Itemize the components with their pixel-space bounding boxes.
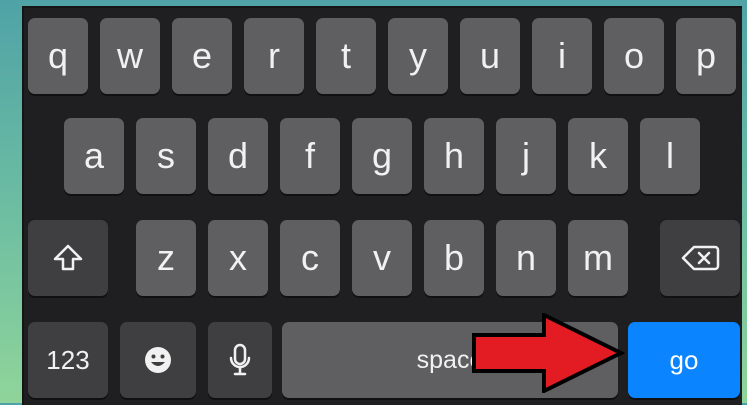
key-v[interactable]: v (352, 220, 412, 296)
key-c[interactable]: c (280, 220, 340, 296)
key-s[interactable]: s (136, 118, 196, 194)
on-screen-keyboard: q w e r t y u i o p a s d f g h j k l z … (22, 6, 742, 405)
key-t[interactable]: t (316, 18, 376, 94)
go-button[interactable]: go (628, 322, 740, 398)
key-f[interactable]: f (280, 118, 340, 194)
microphone-icon (228, 342, 252, 378)
key-x[interactable]: x (208, 220, 268, 296)
key-r[interactable]: r (244, 18, 304, 94)
key-o[interactable]: o (604, 18, 664, 94)
delete-key[interactable] (660, 220, 740, 296)
key-p[interactable]: p (676, 18, 736, 94)
dictation-key[interactable] (208, 322, 272, 398)
key-u[interactable]: u (460, 18, 520, 94)
key-q[interactable]: q (28, 18, 88, 94)
key-b[interactable]: b (424, 220, 484, 296)
key-a[interactable]: a (64, 118, 124, 194)
shift-icon (52, 242, 84, 274)
key-d[interactable]: d (208, 118, 268, 194)
shift-key[interactable] (28, 220, 108, 296)
key-m[interactable]: m (568, 220, 628, 296)
key-y[interactable]: y (388, 18, 448, 94)
key-l[interactable]: l (640, 118, 700, 194)
key-n[interactable]: n (496, 220, 556, 296)
key-g[interactable]: g (352, 118, 412, 194)
space-bar[interactable]: space (282, 322, 618, 398)
key-h[interactable]: h (424, 118, 484, 194)
key-w[interactable]: w (100, 18, 160, 94)
emoji-key[interactable] (120, 322, 196, 398)
key-j[interactable]: j (496, 118, 556, 194)
numbers-key[interactable]: 123 (28, 322, 108, 398)
key-e[interactable]: e (172, 18, 232, 94)
key-k[interactable]: k (568, 118, 628, 194)
emoji-icon (143, 345, 173, 375)
key-z[interactable]: z (136, 220, 196, 296)
delete-icon (680, 243, 720, 273)
key-i[interactable]: i (532, 18, 592, 94)
